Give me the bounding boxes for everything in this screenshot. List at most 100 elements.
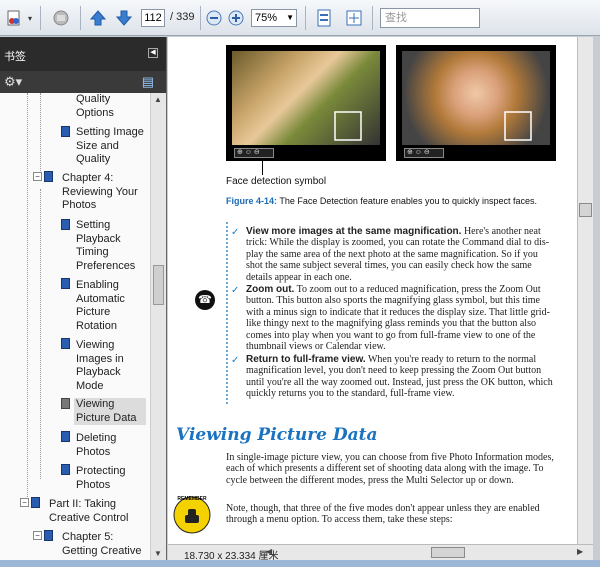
body-paragraph: In single-image picture view, you can ch…	[226, 452, 554, 486]
full-screen-button[interactable]	[344, 6, 364, 30]
sidebar-scrollbar[interactable]: ▲ ▼	[150, 93, 166, 560]
collaborate-icon[interactable]	[50, 6, 72, 30]
expand-bookmark-icon[interactable]: ▤	[142, 74, 154, 90]
figure-photo-right: ⊕ ☺ ⊖	[396, 45, 556, 161]
bookmark-icon	[61, 431, 70, 442]
figure-caption: Figure 4-14: The Face Detection feature …	[226, 196, 537, 206]
window-bottom-border	[0, 560, 600, 567]
face-detection-frame	[334, 111, 362, 141]
search-input[interactable]: 查找	[380, 8, 480, 28]
tree-line	[27, 93, 28, 503]
figure-number: Figure 4-14:	[226, 196, 278, 206]
zoom-out-button[interactable]	[205, 6, 223, 30]
toolbar: ▾ 112 / 339 75% ▼ 查找	[0, 0, 600, 36]
bookmark-icon	[61, 464, 70, 475]
scrollbar-thumb[interactable]	[579, 203, 592, 217]
collapse-panel-button[interactable]: ◀	[148, 48, 158, 58]
bookmarks-toolbar: ⚙▾ ▤	[0, 71, 166, 93]
bookmark-item[interactable]: Chapter 5: Getting Creative	[62, 531, 141, 558]
bookmark-item[interactable]: Chapter 4: Reviewing Your Photos	[62, 172, 138, 213]
fit-page-button[interactable]	[314, 6, 334, 30]
bookmark-icon	[61, 338, 70, 349]
bookmark-tree: Quality Options Setting Image Size and Q…	[0, 93, 150, 560]
minus-circle-icon	[206, 10, 222, 26]
bookmark-item[interactable]: Part II: Taking Creative Control	[49, 498, 128, 525]
bookmark-label: Part II: Taking Creative Control	[49, 498, 129, 524]
checkmark-icon: ✓	[231, 285, 240, 296]
next-page-button[interactable]	[114, 6, 134, 30]
chevron-down-icon: ▼	[286, 13, 294, 22]
collapse-toggle[interactable]: −	[33, 172, 42, 181]
document-scrollbar[interactable]	[577, 37, 593, 544]
toolbar-divider	[372, 6, 373, 30]
bookmark-item[interactable]: Setting Image Size and Quality	[76, 126, 144, 167]
bookmark-item[interactable]: Quality Options	[76, 93, 114, 120]
collapse-toggle[interactable]: −	[33, 531, 42, 540]
scroll-up-icon[interactable]: ▲	[154, 95, 162, 104]
bookmark-item[interactable]: Setting Playback Timing Preferences	[76, 219, 135, 273]
tip-title: Return to full-frame view.	[246, 354, 366, 365]
bookmark-item[interactable]: Viewing Images in Playback Mode	[76, 339, 124, 393]
tip-item: Return to full-frame view. When you're r…	[246, 354, 556, 400]
tree-line	[40, 189, 41, 479]
scrollbar-thumb[interactable]	[153, 265, 164, 305]
arrow-up-icon	[89, 10, 107, 26]
page-total: / 339	[170, 11, 195, 23]
checkmark-icon: ✓	[231, 355, 240, 366]
document-view[interactable]: ⊕ ☺ ⊖ ⊕ ☺ ⊖ Face detection symbol Figure…	[168, 37, 577, 544]
tip-title: View more images at the same magnificati…	[246, 226, 462, 237]
scroll-right-icon[interactable]: ▶	[577, 547, 583, 556]
zoom-select[interactable]: 75% ▼	[251, 9, 297, 27]
bookmark-icon	[61, 398, 70, 409]
toolbar-divider	[200, 6, 201, 30]
bookmark-label: Deleting Photos	[76, 432, 117, 458]
bookmark-item-selected[interactable]: Viewing Picture Data	[74, 398, 146, 425]
chevron-down-icon[interactable]: ▾	[25, 6, 35, 30]
tree-line	[40, 93, 41, 173]
body-paragraph: Note, though, that three of the five mod…	[226, 503, 540, 526]
tip-icon: ☎	[195, 290, 215, 310]
scroll-left-icon[interactable]: ◀	[266, 547, 272, 556]
figure-photo-left: ⊕ ☺ ⊖	[226, 45, 386, 161]
bookmark-icon	[61, 278, 70, 289]
bookmark-label: Enabling Automatic Picture Rotation	[76, 279, 125, 332]
figure-label: Face detection symbol	[226, 176, 327, 187]
fit-page-icon	[317, 9, 331, 27]
bookmark-label: Setting Image Size and Quality	[76, 126, 144, 165]
gear-icon[interactable]: ⚙▾	[4, 74, 22, 90]
tip-item: Zoom out. To zoom out to a reduced magni…	[246, 284, 556, 352]
section-heading: Viewing Picture Data	[176, 425, 378, 445]
toolbar-divider	[40, 6, 41, 30]
figure-caption-text: The Face Detection feature enables you t…	[277, 196, 537, 206]
full-screen-icon	[346, 10, 362, 26]
bookmark-label: Quality Options	[76, 93, 114, 119]
toolbar-divider	[305, 6, 306, 30]
bookmarks-panel: 书签 ◀ ⚙▾ ▤ Quality Options Setting Image …	[0, 37, 167, 560]
face-detection-symbol: ⊕ ☺ ⊖	[404, 148, 444, 158]
bookmark-icon	[44, 530, 53, 541]
bookmark-icon	[31, 497, 40, 508]
create-pdf-icon[interactable]	[4, 6, 24, 30]
tip-item: View more images at the same magnificati…	[246, 226, 556, 283]
bookmarks-header: 书签 ◀	[0, 37, 166, 71]
face-detection-frame	[504, 111, 532, 141]
plus-circle-icon	[228, 10, 244, 26]
bookmark-item[interactable]: Deleting Photos	[76, 432, 116, 459]
scroll-down-icon[interactable]: ▼	[154, 549, 162, 558]
checkmark-icon: ✓	[231, 227, 240, 238]
zoom-in-button[interactable]	[227, 6, 245, 30]
collapse-toggle[interactable]: −	[20, 498, 29, 507]
arrow-down-icon	[115, 10, 133, 26]
page-number-input[interactable]: 112	[141, 9, 165, 27]
toolbar-divider	[80, 6, 81, 30]
bookmark-item[interactable]: Protecting Photos	[76, 465, 126, 492]
bookmarks-title: 书签	[4, 51, 26, 63]
previous-page-button[interactable]	[88, 6, 108, 30]
bookmark-label: Viewing Picture Data	[76, 398, 137, 424]
status-bar: 18.730 x 23.334 厘米 ◀ ▶	[168, 544, 593, 562]
bookmark-label: Setting Playback Timing Preferences	[76, 219, 136, 272]
tip-title: Zoom out.	[246, 284, 295, 295]
horizontal-scrollbar-thumb[interactable]	[431, 547, 465, 558]
face-detection-symbol: ⊕ ☺ ⊖	[234, 148, 274, 158]
bookmark-item[interactable]: Enabling Automatic Picture Rotation	[76, 279, 125, 333]
